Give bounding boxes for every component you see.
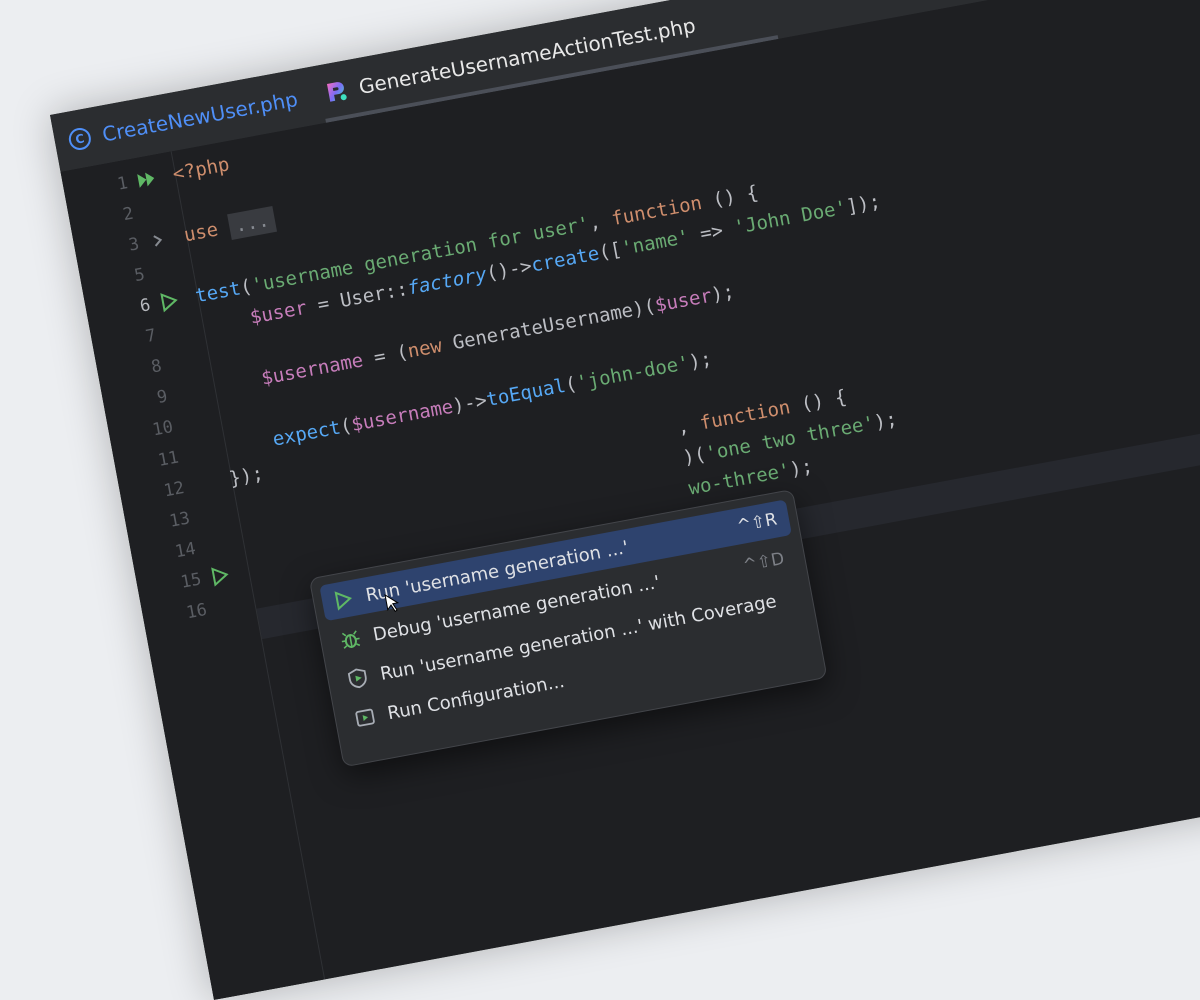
fold-expand-icon[interactable] xyxy=(145,228,171,254)
ide-window: C CreateNewUser.php GenerateUsernameActi… xyxy=(50,0,1200,1000)
menu-item-shortcut: ^⇧R xyxy=(735,509,779,537)
code-editor[interactable]: 1 <?php 2 3 use ... 5 6 test('username g… xyxy=(60,0,1200,1000)
menu-item-shortcut: ^⇧D xyxy=(741,548,786,577)
pest-file-icon xyxy=(326,82,347,102)
coverage-icon xyxy=(347,668,367,689)
class-c-icon: C xyxy=(67,126,93,152)
debug-bug-icon xyxy=(341,630,361,649)
run-all-tests-icon[interactable] xyxy=(134,167,160,193)
run-test-icon[interactable] xyxy=(156,289,182,315)
run-test-icon[interactable] xyxy=(207,563,233,589)
run-config-icon xyxy=(355,708,375,727)
run-icon xyxy=(334,591,352,611)
